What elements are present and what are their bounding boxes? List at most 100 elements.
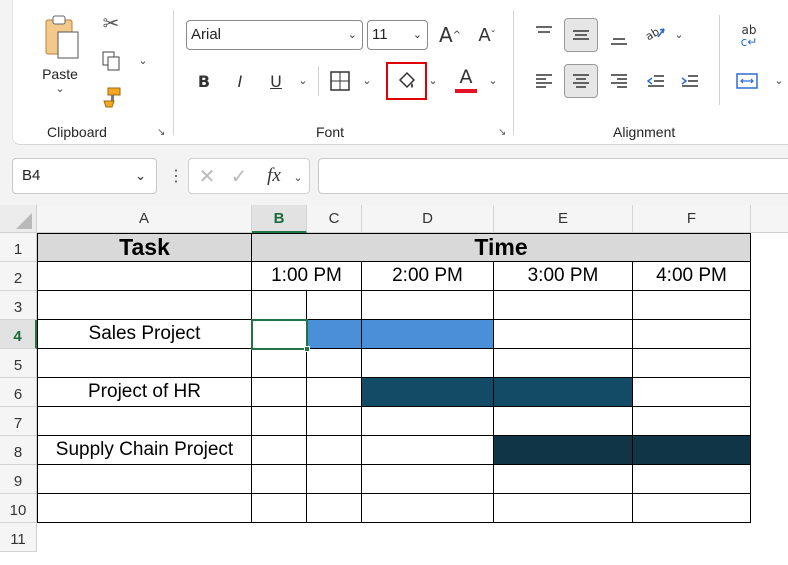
font-color-icon[interactable]: A (453, 64, 479, 94)
row-header-10[interactable]: 10 (0, 494, 37, 523)
copy-icon[interactable] (98, 48, 124, 74)
cell[interactable] (37, 407, 252, 436)
chevron-down-icon[interactable]: ⌄ (135, 52, 151, 68)
cell[interactable] (494, 407, 633, 436)
cell[interactable] (362, 436, 494, 465)
cell[interactable] (252, 465, 307, 494)
chevron-down-icon[interactable]: ⌄ (359, 72, 375, 88)
fill-color-icon[interactable] (393, 66, 421, 94)
fill-handle[interactable] (304, 346, 310, 352)
cut-icon[interactable]: ✂ (98, 10, 124, 36)
cell[interactable] (252, 494, 307, 523)
align-left-icon[interactable] (531, 68, 557, 94)
cell[interactable] (362, 465, 494, 494)
cell[interactable] (633, 320, 751, 349)
cell[interactable] (633, 494, 751, 523)
time-cell[interactable]: 2:00 PM (362, 262, 494, 291)
gantt-bar-hr[interactable] (362, 378, 494, 407)
cell[interactable] (307, 407, 362, 436)
column-header-c[interactable]: C (307, 205, 362, 233)
formula-input[interactable] (318, 158, 788, 194)
font-name-dropdown[interactable]: Arial ⌄ (186, 20, 363, 50)
cell[interactable] (307, 349, 362, 378)
cell[interactable] (37, 291, 252, 320)
row-header-2[interactable]: 2 (0, 262, 37, 291)
font-size-dropdown[interactable]: 11 ⌄ (367, 20, 428, 50)
align-top-icon[interactable] (531, 20, 557, 46)
cell[interactable] (633, 465, 751, 494)
cell[interactable] (37, 494, 252, 523)
italic-icon[interactable]: I (227, 68, 253, 94)
chevron-down-icon[interactable]: ⌄ (485, 72, 501, 88)
time-cell[interactable]: 4:00 PM (633, 262, 751, 291)
gantt-bar-hr[interactable] (494, 378, 633, 407)
cell-a2[interactable] (37, 262, 252, 291)
cell[interactable] (633, 407, 751, 436)
gantt-bar-sales[interactable] (307, 320, 362, 349)
cell[interactable] (37, 349, 252, 378)
column-header-f[interactable]: F (633, 205, 751, 233)
dialog-launcher-icon[interactable]: ↘ (498, 127, 506, 138)
cell[interactable] (307, 494, 362, 523)
paste-icon[interactable] (38, 12, 86, 62)
cell[interactable] (633, 349, 751, 378)
row-header-8[interactable]: 8 (0, 436, 37, 465)
wrap-text-icon[interactable]: ab c↵ (735, 22, 763, 50)
cancel-icon[interactable]: ✕ (195, 164, 219, 188)
cell[interactable] (494, 291, 633, 320)
underline-icon[interactable]: U (263, 68, 289, 94)
task-name-cell[interactable]: Project of HR (37, 378, 252, 407)
align-bottom-icon[interactable] (606, 24, 632, 50)
cell[interactable] (252, 436, 307, 465)
chevron-down-icon[interactable]: ⌄ (295, 72, 311, 88)
cell[interactable] (494, 349, 633, 378)
decrease-font-icon[interactable]: Aˇ (473, 20, 501, 50)
bold-icon[interactable]: B (191, 68, 217, 94)
row-header-3[interactable]: 3 (0, 291, 37, 320)
increase-font-icon[interactable]: A ^ (436, 20, 464, 50)
cell[interactable] (494, 320, 633, 349)
more-options-icon[interactable]: ⋮ (168, 166, 184, 186)
chevron-down-icon[interactable]: ⌄ (671, 26, 687, 42)
cell[interactable] (307, 465, 362, 494)
merge-center-icon[interactable] (733, 68, 761, 94)
task-name-cell[interactable]: Supply Chain Project (37, 436, 252, 465)
cell[interactable] (252, 407, 307, 436)
orientation-icon[interactable]: ab (641, 20, 669, 46)
header-time-cell[interactable]: Time (252, 233, 751, 262)
task-name-cell[interactable]: Sales Project (37, 320, 252, 349)
format-painter-icon[interactable] (98, 84, 124, 110)
select-all-corner[interactable] (0, 205, 37, 233)
row-header-11[interactable]: 11 (0, 523, 37, 552)
cell[interactable] (252, 378, 307, 407)
decrease-indent-icon[interactable] (643, 68, 669, 94)
paste-button[interactable]: Paste ⌄ (37, 66, 83, 95)
chevron-down-icon[interactable]: ⌄ (425, 72, 441, 88)
borders-icon[interactable] (327, 68, 353, 94)
align-right-icon[interactable] (606, 68, 632, 94)
cell[interactable] (252, 349, 307, 378)
gantt-bar-supply-chain[interactable] (494, 436, 633, 465)
cell[interactable] (37, 465, 252, 494)
chevron-down-icon[interactable]: ⌄ (290, 169, 306, 185)
gantt-bar-sales[interactable] (362, 320, 494, 349)
header-task-cell[interactable]: Task (37, 233, 252, 262)
align-middle-icon[interactable] (568, 22, 594, 48)
enter-icon[interactable]: ✓ (227, 164, 251, 188)
row-header-9[interactable]: 9 (0, 465, 37, 494)
cell[interactable] (494, 465, 633, 494)
column-header-a[interactable]: A (37, 205, 252, 233)
chevron-down-icon[interactable]: ⌄ (771, 72, 787, 88)
row-header-1[interactable]: 1 (0, 233, 37, 262)
cell[interactable] (362, 349, 494, 378)
active-cell-selection[interactable] (251, 319, 308, 350)
row-header-6[interactable]: 6 (0, 378, 37, 407)
name-box[interactable]: B4 ⌄ (12, 158, 157, 194)
cell[interactable] (494, 494, 633, 523)
cell[interactable] (362, 291, 494, 320)
cell[interactable] (633, 378, 751, 407)
cell[interactable] (362, 407, 494, 436)
gantt-bar-supply-chain[interactable] (633, 436, 751, 465)
dialog-launcher-icon[interactable]: ↘ (157, 127, 165, 138)
row-header-4[interactable]: 4 (0, 320, 37, 349)
